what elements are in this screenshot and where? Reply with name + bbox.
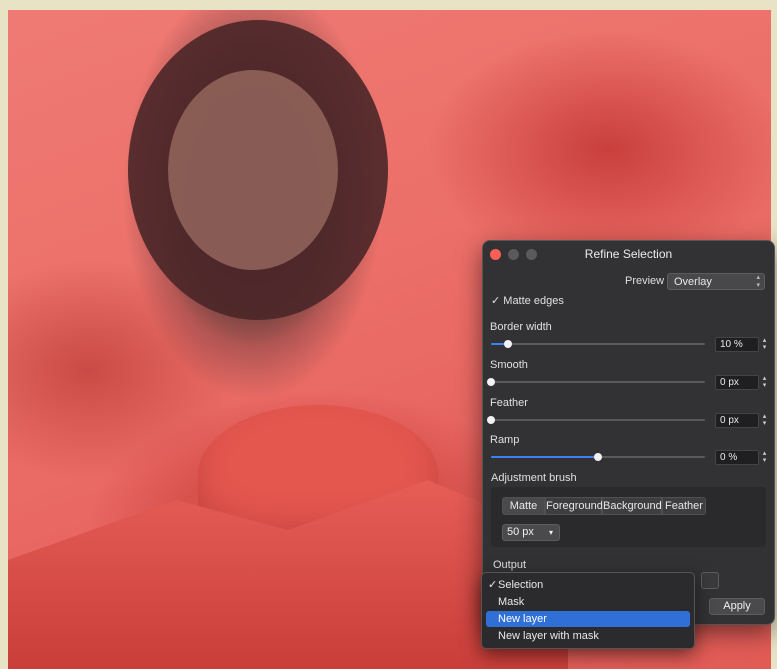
mode-feather-button[interactable]: Feather — [662, 497, 706, 515]
output-select-edge[interactable] — [701, 572, 719, 589]
feather-slider[interactable] — [487, 416, 705, 424]
smooth-stepper[interactable]: ▴ ▾ — [760, 375, 769, 390]
adjustment-brush-label: Adjustment brush — [491, 472, 577, 484]
ramp-stepper[interactable]: ▴ ▾ — [760, 450, 769, 465]
mode-matte-button[interactable]: Matte — [502, 497, 545, 515]
menu-item-new-layer-with-mask[interactable]: New layer with mask — [486, 628, 690, 644]
feather-stepper[interactable]: ▴ ▾ — [760, 413, 769, 428]
feather-value[interactable]: 0 px — [715, 413, 759, 428]
updown-icon: ▴ ▾ — [756, 274, 760, 289]
smooth-value[interactable]: 0 px — [715, 375, 759, 390]
menu-item-mask[interactable]: Mask — [486, 594, 690, 610]
matte-edges-label: Matte edges — [503, 295, 564, 307]
dialog-title: Refine Selection — [584, 247, 673, 261]
adjustment-brush-box: Matte Foreground Background Feather 50 p… — [491, 487, 766, 547]
matte-edges-checkbox[interactable]: ✓ Matte edges — [491, 294, 564, 307]
border-width-stepper[interactable]: ▴ ▾ — [760, 337, 769, 352]
slider-thumb[interactable] — [487, 378, 495, 386]
border-width-value[interactable]: 10 % — [715, 337, 759, 352]
output-label: Output — [493, 559, 527, 571]
smooth-label: Smooth — [490, 359, 528, 371]
output-dropdown-menu: ✓ Selection Mask New layer New layer wit… — [481, 572, 695, 649]
preview-value: Overlay — [674, 276, 712, 288]
slider-thumb[interactable] — [594, 453, 602, 461]
mode-background-button[interactable]: Background — [602, 497, 662, 515]
ramp-slider[interactable] — [491, 453, 705, 461]
menu-item-selection[interactable]: ✓ Selection — [486, 577, 690, 593]
preview-label: Preview — [625, 275, 665, 287]
refine-selection-dialog: Refine Selection Preview Overlay ▴ ▾ ✓ Ma… — [482, 240, 775, 625]
ramp-value[interactable]: 0 % — [715, 450, 759, 465]
brush-size-value: 50 px — [507, 526, 534, 538]
border-width-label: Border width — [490, 321, 552, 333]
menu-item-new-layer[interactable]: New layer — [486, 611, 690, 627]
ramp-label: Ramp — [490, 434, 520, 446]
slider-thumb[interactable] — [504, 340, 513, 348]
smooth-slider[interactable] — [487, 378, 705, 386]
slider-thumb[interactable] — [487, 416, 495, 424]
app-frame: Refine Selection Preview Overlay ▴ ▾ ✓ Ma… — [0, 0, 777, 669]
mode-foreground-button[interactable]: Foreground — [545, 497, 603, 515]
chevron-down-icon: ▾ — [548, 528, 553, 537]
preview-select[interactable]: Overlay ▴ ▾ — [667, 273, 765, 290]
feather-label: Feather — [490, 397, 528, 409]
check-icon: ✓ — [488, 579, 498, 591]
titlebar: Refine Selection — [483, 241, 774, 267]
border-width-slider[interactable] — [491, 340, 705, 348]
apply-button[interactable]: Apply — [709, 598, 765, 615]
slider-fill — [491, 456, 598, 458]
brush-size-select[interactable]: 50 px ▾ — [502, 524, 560, 541]
check-icon: ✓ — [491, 295, 501, 307]
face-shape — [168, 70, 338, 270]
